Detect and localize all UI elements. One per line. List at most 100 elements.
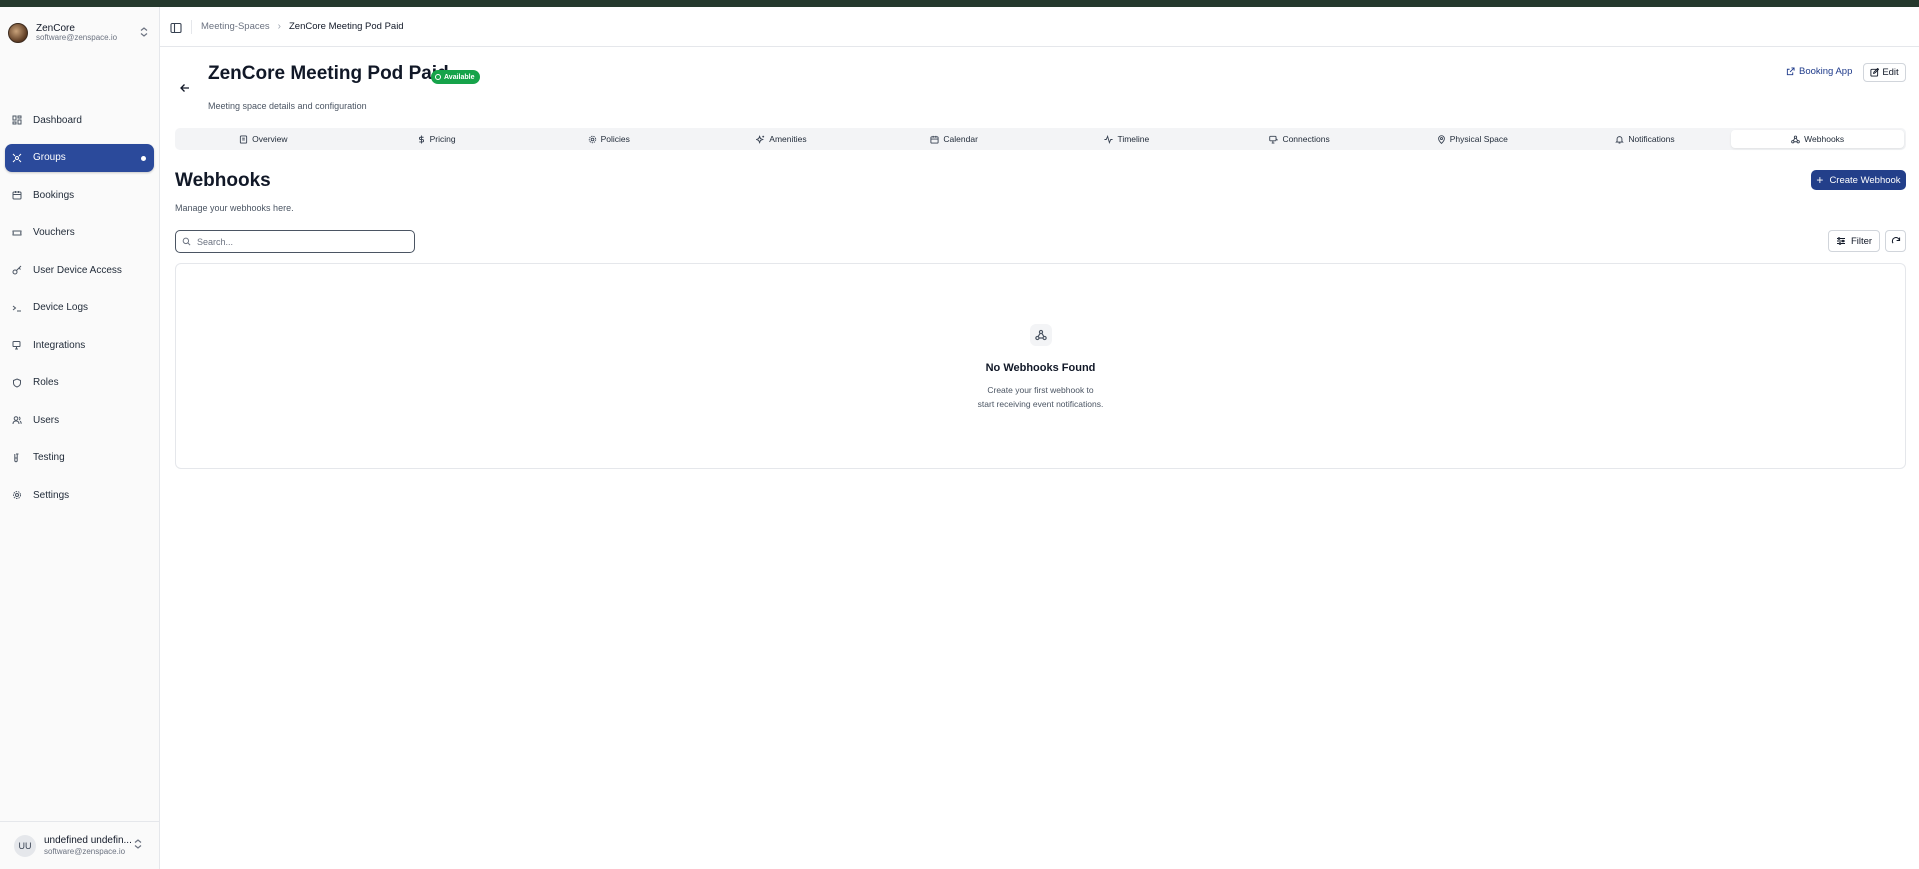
empty-state-title: No Webhooks Found — [985, 362, 1096, 374]
dashboard-icon — [11, 114, 23, 126]
avatar: UU — [14, 834, 36, 857]
org-email: software@zenspace.io — [36, 33, 118, 43]
status-check-icon — [435, 74, 441, 80]
tab-webhooks[interactable]: Webhooks — [1731, 130, 1905, 148]
chevrons-up-down-icon — [140, 27, 148, 39]
dollar-icon — [418, 134, 424, 144]
sidebar-item-users[interactable]: Users — [5, 406, 154, 434]
sparkles-icon — [756, 134, 765, 144]
status-badge: Available — [431, 70, 481, 84]
tab-label: Overview — [252, 134, 288, 144]
sidebar-item-user-device-access[interactable]: User Device Access — [5, 256, 154, 284]
groups-icon — [11, 152, 23, 164]
sidebar-toggle-icon[interactable] — [170, 21, 182, 34]
sidebar-item-integrations[interactable]: Integrations — [5, 331, 154, 359]
overview-icon — [240, 134, 248, 144]
create-webhook-label: Create Webhook — [1829, 174, 1901, 186]
chevrons-up-down-icon — [134, 839, 142, 851]
page-subtitle: Meeting space details and configuration — [208, 101, 367, 111]
sidebar-item-label: Device Logs — [33, 302, 89, 313]
search-icon — [182, 237, 191, 246]
sidebar-item-label: Vouchers — [33, 227, 75, 238]
integrations-icon — [11, 339, 23, 351]
sidebar-item-dashboard[interactable]: Dashboard — [5, 106, 154, 134]
map-pin-icon — [1437, 134, 1445, 144]
booking-app-link[interactable]: Booking App — [1786, 66, 1852, 77]
refresh-icon — [1891, 237, 1900, 244]
sidebar-item-vouchers[interactable]: Vouchers — [5, 219, 154, 247]
empty-state-line-1: Create your first webhook to — [987, 385, 1094, 395]
tab-label: Calendar — [943, 134, 978, 144]
tab-overview[interactable]: Overview — [177, 130, 350, 148]
empty-state-line-2: start receiving event notifications. — [977, 399, 1104, 409]
sidebar-item-label: Groups — [33, 152, 66, 163]
tab-notifications[interactable]: Notifications — [1559, 130, 1732, 148]
empty-state-description: Create your first webhook to start recei… — [176, 383, 1905, 411]
user-name: undefined undefin... — [44, 835, 132, 847]
gear-icon — [11, 489, 23, 501]
filter-icon — [1836, 237, 1845, 245]
filter-button[interactable]: Filter — [1828, 230, 1880, 252]
tab-amenities[interactable]: Amenities — [695, 130, 868, 148]
chevron-right-icon: › — [277, 21, 281, 32]
calendar-icon — [930, 135, 939, 144]
tab-timeline[interactable]: Timeline — [1041, 130, 1214, 148]
calendar-icon — [11, 189, 23, 201]
gear-icon — [588, 135, 596, 143]
sidebar-item-label: Settings — [33, 489, 70, 501]
sidebar-item-settings[interactable]: Settings — [5, 481, 154, 509]
org-switcher[interactable]: ZenCore software@zenspace.io — [8, 18, 152, 48]
sidebar-item-label: Bookings — [33, 189, 75, 201]
tab-physical-space[interactable]: Physical Space — [1386, 130, 1559, 148]
org-logo — [8, 23, 28, 43]
sidebar-item-label: Dashboard — [33, 114, 82, 126]
tab-calendar[interactable]: Calendar — [868, 130, 1041, 148]
booking-app-label: Booking App — [1799, 66, 1853, 77]
search-box — [175, 230, 415, 253]
activity-icon — [1104, 134, 1114, 144]
tab-connections[interactable]: Connections — [1213, 130, 1386, 148]
edit-icon — [1870, 68, 1880, 77]
sidebar-item-label: Roles — [33, 377, 59, 388]
sidebar-item-label: Users — [33, 414, 60, 426]
external-link-icon — [1786, 67, 1795, 76]
tab-label: Pricing — [429, 134, 456, 144]
breadcrumb-parent-link[interactable]: Meeting-Spaces — [201, 21, 270, 32]
tab-label: Amenities — [769, 134, 807, 144]
top-header: Meeting-Spaces › ZenCore Meeting Pod Pai… — [160, 7, 1919, 47]
test-tube-icon — [11, 452, 23, 464]
tab-pricing[interactable]: Pricing — [350, 130, 523, 148]
connections-icon — [1269, 135, 1279, 144]
create-webhook-button[interactable]: + Create Webhook — [1811, 170, 1906, 190]
ticket-icon — [11, 227, 23, 239]
sidebar-item-roles[interactable]: Roles — [5, 369, 154, 397]
refresh-button[interactable] — [1885, 230, 1906, 252]
active-indicator-dot — [141, 155, 146, 161]
edit-label: Edit — [1882, 67, 1899, 78]
sidebar-item-label: Testing — [33, 452, 65, 463]
terminal-icon — [11, 302, 23, 314]
section-title: Webhooks — [175, 170, 271, 191]
breadcrumb-current: ZenCore Meeting Pod Paid — [289, 21, 404, 32]
webhooks-empty-state: No Webhooks Found Create your first webh… — [175, 263, 1906, 469]
window-top-strip — [0, 0, 1919, 7]
tab-label: Connections — [1282, 134, 1330, 144]
search-input[interactable] — [197, 236, 397, 247]
user-menu[interactable]: UU undefined undefin... software@zenspac… — [0, 821, 160, 869]
plus-icon: + — [1816, 173, 1824, 187]
tab-label: Webhooks — [1804, 134, 1845, 144]
key-icon — [11, 264, 23, 276]
sidebar-item-bookings[interactable]: Bookings — [5, 181, 154, 209]
sidebar-item-testing[interactable]: Testing — [5, 444, 154, 472]
sidebar: ZenCore software@zenspace.io Dashboard G… — [0, 7, 160, 869]
tab-policies[interactable]: Policies — [522, 130, 695, 148]
users-icon — [11, 414, 23, 426]
sidebar-item-device-logs[interactable]: Device Logs — [5, 294, 154, 322]
edit-button[interactable]: Edit — [1863, 63, 1906, 82]
sidebar-item-label: Integrations — [33, 339, 86, 351]
breadcrumb: Meeting-Spaces › ZenCore Meeting Pod Pai… — [201, 21, 404, 32]
sidebar-item-groups[interactable]: Groups — [5, 143, 154, 172]
sidebar-nav: Dashboard Groups Bookings Vouchers User … — [5, 106, 154, 519]
section-subtitle: Manage your webhooks here. — [175, 203, 294, 213]
back-arrow-icon[interactable] — [178, 81, 192, 95]
